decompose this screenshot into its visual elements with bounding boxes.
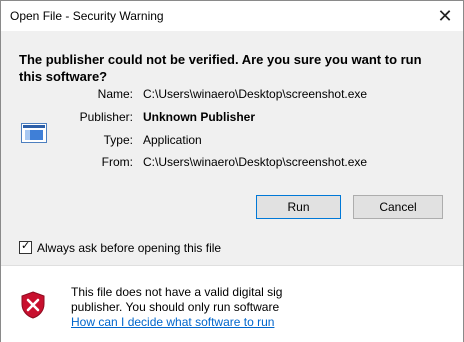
unsigned-file-notice: This file does not have a valid digital …: [71, 285, 451, 330]
always-ask-checkbox[interactable]: [19, 239, 32, 254]
warning-panel: The publisher could not be verified. Are…: [1, 31, 463, 265]
detail-value: Unknown Publisher: [143, 110, 256, 124]
detail-row-publisher: Publisher: Unknown Publisher: [1, 110, 463, 128]
title-bar: Open File - Security Warning ✕: [1, 1, 463, 31]
detail-label: Name:: [97, 87, 133, 101]
detail-label: Publisher:: [79, 110, 133, 124]
detail-row-name: Name: C:\Users\winaero\Desktop\screensho…: [1, 87, 463, 105]
warning-heading: The publisher could not be verified. Are…: [19, 52, 422, 84]
notice-line: This file does not have a valid digital …: [71, 285, 283, 299]
security-shield-icon: [21, 291, 45, 319]
always-ask-label[interactable]: Always ask before opening this file: [37, 241, 221, 255]
window-title: Open File - Security Warning: [10, 9, 164, 23]
help-link[interactable]: How can I decide what software to run: [71, 315, 451, 330]
close-icon[interactable]: ✕: [435, 6, 455, 26]
cancel-button[interactable]: Cancel: [353, 195, 443, 219]
notice-line: publisher. You should only run software: [71, 300, 280, 314]
security-warning-dialog: Open File - Security Warning ✕ The publi…: [0, 0, 464, 342]
detail-value: C:\Users\winaero\Desktop\screenshot.exe: [143, 155, 368, 169]
detail-value: Application: [143, 133, 202, 147]
detail-row-from: From: C:\Users\winaero\Desktop\screensho…: [1, 155, 463, 173]
run-button[interactable]: Run: [256, 195, 341, 219]
detail-row-type: Type: Application: [1, 133, 463, 151]
detail-label: Type:: [103, 133, 133, 147]
detail-value: C:\Users\winaero\Desktop\screenshot.exe: [143, 87, 368, 101]
detail-label: From:: [101, 155, 133, 169]
